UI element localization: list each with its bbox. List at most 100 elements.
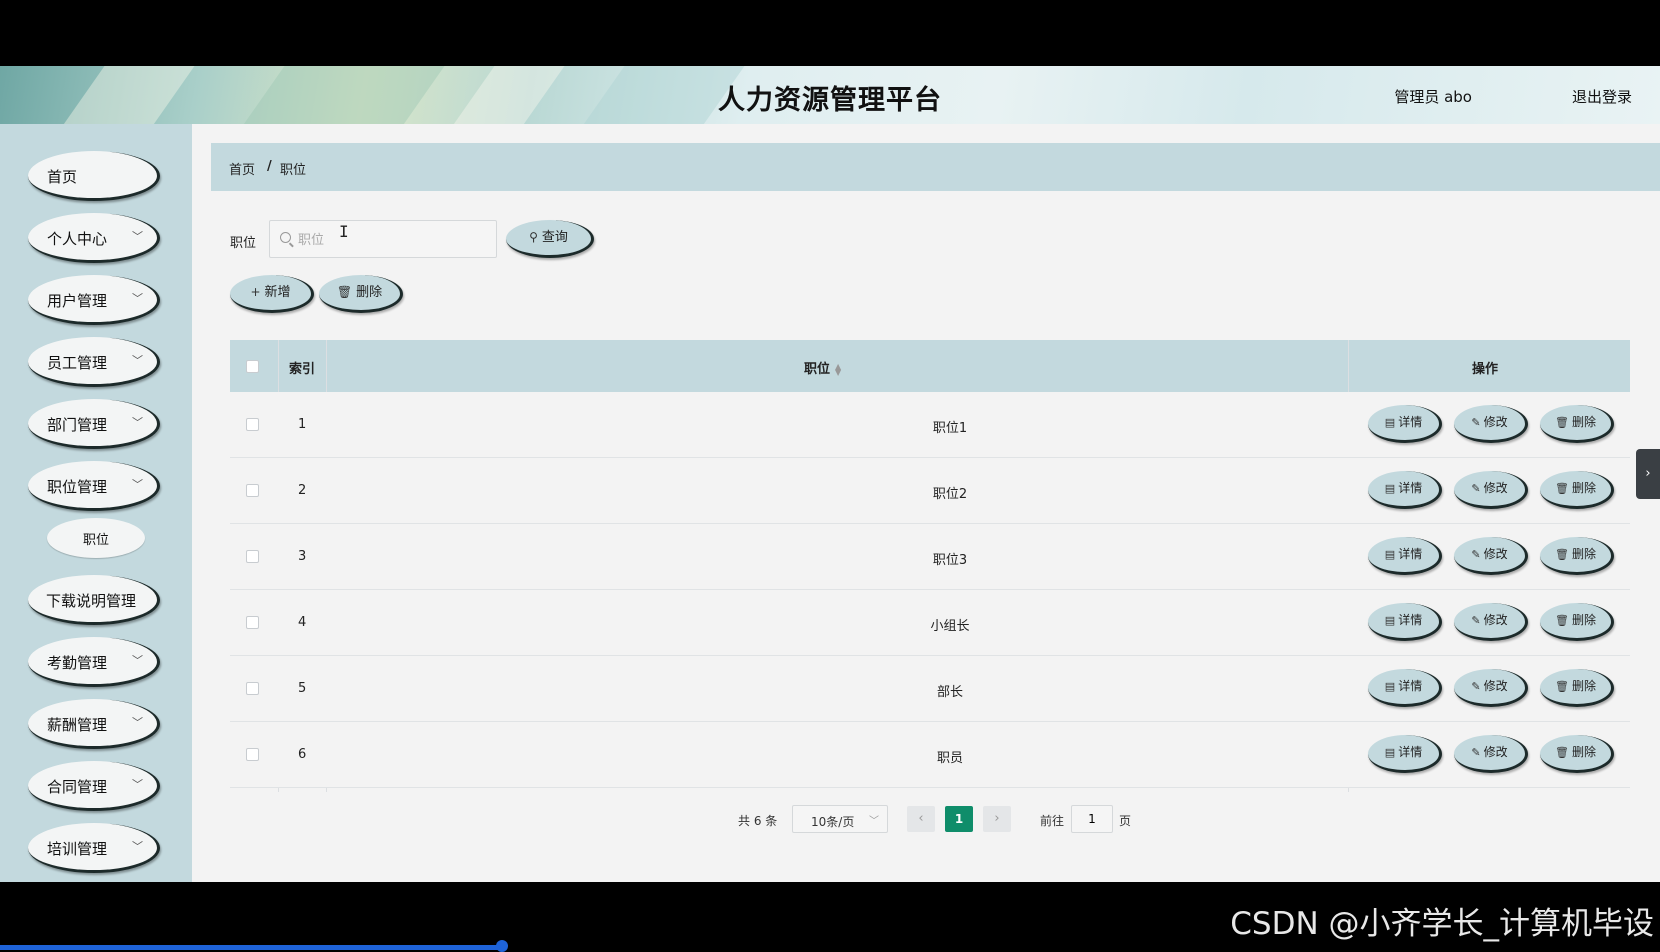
chevron-down-icon: ﹀ — [132, 478, 143, 491]
table-row: 4 小组长 ▤ 详情 ✎ 修改 🗑 删除 — [230, 590, 1630, 656]
pencil-icon: ✎ — [1471, 482, 1481, 495]
search-button-label: 查询 — [541, 230, 568, 245]
breadcrumb-home[interactable]: 首页 — [229, 159, 255, 178]
page-size-value: 10条/页 — [811, 815, 855, 829]
edit-button[interactable]: ✎ 修改 — [1454, 669, 1528, 707]
video-progress-bar[interactable] — [0, 945, 502, 950]
screen-frame: 人力资源管理平台 管理员 abo 退出登录 首页 个人中心 ﹀ 用户管理 ﹀ 员工管… — [0, 0, 1660, 952]
delete-label: 删除 — [1571, 547, 1596, 561]
sidebar: 首页 个人中心 ﹀ 用户管理 ﹀ 员工管理 ﹀ 部门管理 ﹀ 职位管理 ﹀ 职位 下载说明… — [0, 124, 192, 882]
goto-page-input[interactable] — [1071, 805, 1113, 833]
delete-button[interactable]: 🗑 删除 — [1540, 735, 1614, 773]
sidebar-item-profile[interactable]: 个人中心 ﹀ — [28, 213, 160, 263]
next-page-button[interactable]: › — [983, 806, 1011, 832]
trash-icon: 🗑 — [1555, 548, 1569, 561]
page-number-current[interactable]: 1 — [945, 806, 973, 832]
delete-button[interactable]: 🗑 删除 — [1540, 669, 1614, 707]
sidebar-item-home[interactable]: 首页 — [28, 151, 160, 201]
document-icon: ▤ — [1384, 680, 1396, 693]
video-progress-handle[interactable] — [496, 940, 508, 952]
sidebar-item-departments[interactable]: 部门管理 ﹀ — [28, 399, 160, 449]
sidebar-item-salary[interactable]: 薪酬管理 ﹀ — [28, 699, 160, 749]
edit-button[interactable]: ✎ 修改 — [1454, 735, 1528, 773]
sidebar-item-users[interactable]: 用户管理 ﹀ — [28, 275, 160, 325]
pencil-icon: ✎ — [1471, 548, 1481, 561]
chevron-down-icon: ﹀ — [132, 840, 143, 853]
batch-delete-button[interactable]: 🗑 删除 — [319, 275, 403, 313]
pencil-icon: ✎ — [1471, 680, 1481, 693]
prev-page-button[interactable]: ‹ — [907, 806, 935, 832]
sidebar-item-label: 下载说明管理 — [46, 592, 137, 610]
sidebar-item-label: 员工管理 — [47, 354, 108, 372]
header-position[interactable]: 职位 ▲ ▼ — [804, 358, 841, 377]
sidebar-item-label: 用户管理 — [47, 292, 108, 310]
edit-label: 修改 — [1483, 547, 1508, 561]
sort-icon[interactable]: ▲ ▼ — [835, 362, 841, 376]
search-field[interactable] — [269, 220, 497, 258]
detail-button[interactable]: ▤ 详情 — [1368, 669, 1442, 707]
delete-button[interactable]: 🗑 删除 — [1540, 405, 1614, 443]
edit-button[interactable]: ✎ 修改 — [1454, 603, 1528, 641]
header-position-label: 职位 — [804, 362, 831, 377]
delete-label: 删除 — [1571, 745, 1596, 759]
delete-button[interactable]: 🗑 删除 — [1540, 471, 1614, 509]
detail-button[interactable]: ▤ 详情 — [1368, 735, 1442, 773]
total-count: 共 6 条 — [738, 814, 778, 828]
document-icon: ▤ — [1384, 548, 1396, 561]
delete-label: 删除 — [1571, 679, 1596, 693]
sidebar-item-label: 部门管理 — [47, 416, 108, 434]
sidebar-item-positions[interactable]: 职位管理 ﹀ — [28, 461, 160, 511]
pagination: 共 6 条 10条/页 ﹀ ‹ 1 › 前往 页 — [192, 804, 1660, 834]
search-label: 职位 — [230, 236, 257, 251]
chevron-down-icon: ﹀ — [132, 716, 143, 729]
detail-button[interactable]: ▤ 详情 — [1368, 537, 1442, 575]
page-size-select[interactable]: 10条/页 ﹀ — [792, 805, 888, 833]
sidebar-item-training[interactable]: 培训管理 ﹀ — [28, 823, 160, 873]
detail-label: 详情 — [1398, 679, 1423, 693]
sidebar-item-employees[interactable]: 员工管理 ﹀ — [28, 337, 160, 387]
edit-button[interactable]: ✎ 修改 — [1454, 471, 1528, 509]
pencil-icon: ✎ — [1471, 614, 1481, 627]
logout-link[interactable]: 退出登录 — [1572, 86, 1632, 107]
sidebar-item-downloads[interactable]: 下载说明管理 — [28, 575, 160, 625]
table-row: 1 职位1 ▤ 详情 ✎ 修改 🗑 删除 — [230, 392, 1630, 458]
plus-icon: + — [250, 285, 261, 299]
document-icon: ▤ — [1384, 482, 1396, 495]
header-index: 索引 — [289, 362, 316, 377]
table-row: 6 职员 ▤ 详情 ✎ 修改 🗑 删除 — [230, 722, 1630, 788]
delete-button[interactable]: 🗑 删除 — [1540, 603, 1614, 641]
delete-label: 删除 — [1571, 415, 1596, 429]
sidebar-item-contracts[interactable]: 合同管理 ﹀ — [28, 761, 160, 811]
table-row: 3 职位3 ▤ 详情 ✎ 修改 🗑 删除 — [230, 524, 1630, 590]
edit-label: 修改 — [1483, 745, 1508, 759]
chevron-down-icon: ﹀ — [132, 654, 143, 667]
header-operations: 操作 — [1472, 362, 1499, 377]
drawer-toggle-button[interactable]: › — [1636, 449, 1660, 499]
sidebar-item-label: 职位管理 — [47, 478, 108, 496]
breadcrumb-current: 职位 — [280, 163, 307, 178]
detail-button[interactable]: ▤ 详情 — [1368, 603, 1442, 641]
edit-label: 修改 — [1483, 679, 1508, 693]
sidebar-item-label: 合同管理 — [47, 778, 108, 796]
detail-label: 详情 — [1398, 613, 1423, 627]
add-button[interactable]: + 新增 — [230, 275, 314, 313]
edit-label: 修改 — [1483, 415, 1508, 429]
detail-label: 详情 — [1398, 547, 1423, 561]
search-input[interactable] — [298, 230, 478, 250]
detail-button[interactable]: ▤ 详情 — [1368, 471, 1442, 509]
row-position: 职位3 — [932, 553, 968, 568]
chevron-down-icon: ﹀ — [132, 778, 143, 791]
search-button[interactable]: ⚲ 查询 — [506, 220, 594, 258]
edit-button[interactable]: ✎ 修改 — [1454, 405, 1528, 443]
detail-button[interactable]: ▤ 详情 — [1368, 405, 1442, 443]
row-position: 职员 — [936, 751, 963, 766]
sidebar-subitem-position[interactable]: 职位 — [47, 518, 145, 558]
sidebar-item-label: 培训管理 — [47, 840, 108, 858]
edit-button[interactable]: ✎ 修改 — [1454, 537, 1528, 575]
select-all-checkbox[interactable] — [246, 360, 259, 373]
edit-label: 修改 — [1483, 481, 1508, 495]
trash-icon: 🗑 — [1555, 614, 1569, 627]
document-icon: ▤ — [1384, 416, 1396, 429]
delete-button[interactable]: 🗑 删除 — [1540, 537, 1614, 575]
sidebar-item-attendance[interactable]: 考勤管理 ﹀ — [28, 637, 160, 687]
